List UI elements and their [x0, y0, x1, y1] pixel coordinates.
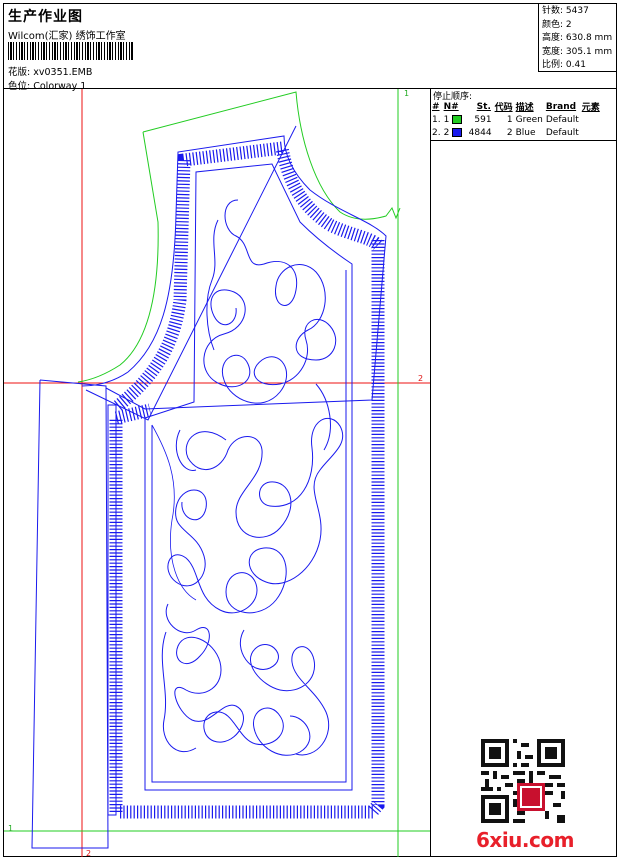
color-count: 颜色: 2 — [542, 19, 572, 30]
blue-jump-stitch — [151, 424, 197, 601]
guide-label-v2: 2 — [86, 849, 91, 857]
col-n: N# — [443, 101, 459, 112]
col-num: # — [432, 101, 440, 112]
design-width: 宽度: 305.1 mm — [542, 46, 613, 57]
table-row: 1. 1 591 1 Green Default — [432, 114, 579, 125]
blue-outline-outer — [81, 135, 387, 410]
color-swatch-blue — [452, 127, 463, 137]
design-height: 高度: 630.8 mm — [542, 33, 613, 43]
panel-divider — [430, 88, 431, 857]
color-swatch-green — [452, 114, 463, 124]
col-code: 代码 — [494, 103, 513, 113]
blue-inner-panel — [144, 163, 353, 791]
guide-label-v1: 1 — [404, 89, 409, 98]
table-row: 2. 2 4844 2 Blue Default — [432, 127, 579, 138]
col-element: 元素 — [581, 103, 600, 113]
watermark-site: 6xiu.com — [476, 828, 574, 852]
guide-label-h1: 1 — [8, 824, 13, 833]
embroidery-design: 1 2 1 2 — [4, 89, 430, 857]
blue-connector — [85, 125, 297, 421]
col-desc: 描述 — [515, 103, 534, 113]
company-name: Wilcom(汇家) 绣饰工作室 — [8, 31, 126, 42]
blue-satin-right — [367, 240, 385, 817]
design-label: 花版: — [8, 67, 31, 78]
stop-panel-divider — [431, 140, 617, 141]
design-scale: 比例: 0.41 — [542, 60, 586, 70]
stats-panel: 针数: 5437 颜色: 2 高度: 630.8 mm 宽度: 305.1 mm… — [538, 3, 617, 72]
guide-label-h2: 2 — [418, 374, 423, 383]
design-file: xv0351.EMB — [33, 67, 93, 78]
design-file-row: 花版: xv0351.EMB — [8, 64, 92, 78]
blue-satin-neck — [113, 140, 383, 412]
blue-meander — [161, 199, 343, 756]
stop-sequence-table: # N# St. 代码 描述 Brand 元素 1. 1 591 1 Green… — [432, 100, 603, 139]
table-header: # N# St. 代码 描述 Brand 元素 — [432, 100, 603, 114]
blue-left-panel — [31, 379, 109, 849]
header: 生产作业图 Wilcom(汇家) 绣饰工作室 花版: xv0351.EMB 色位… — [4, 4, 540, 92]
barcode — [8, 42, 134, 60]
stitch-count: 针数: 5437 — [542, 6, 589, 16]
page-title: 生产作业图 — [8, 9, 83, 25]
blue-inner-line — [151, 270, 347, 783]
col-st: St. — [476, 101, 491, 112]
qr-code — [481, 739, 565, 823]
col-brand: Brand — [545, 101, 577, 112]
